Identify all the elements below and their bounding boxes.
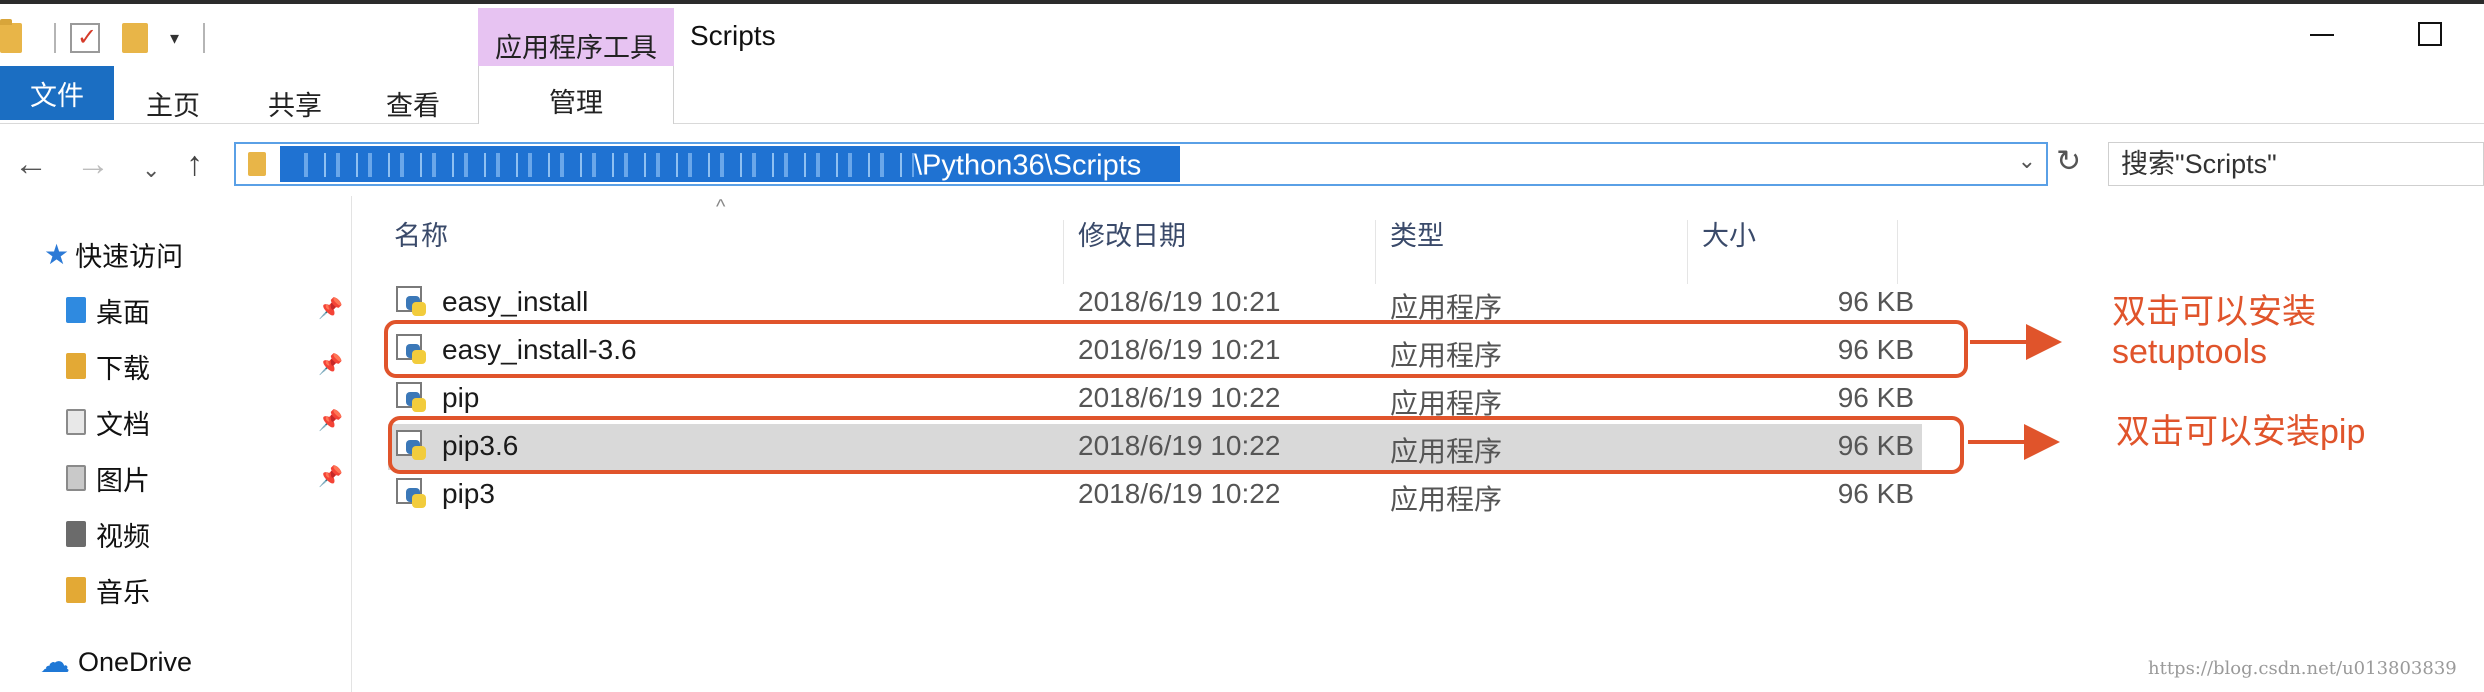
tab-manage[interactable]: 管理 [478, 66, 674, 124]
nav-item-label: 文档 [96, 409, 150, 440]
column-header-size[interactable]: 大小 [1688, 216, 1898, 284]
document-icon [66, 409, 86, 435]
contextual-tab-group-label: 应用程序工具 [495, 33, 657, 63]
file-name: pip3 [442, 478, 495, 509]
quick-access-toolbar: ▾ [0, 18, 219, 58]
file-type: 应用程序 [1390, 484, 1503, 515]
maximize-icon[interactable] [2418, 22, 2442, 46]
annotation-arrow-icon [1970, 324, 2062, 360]
toolbar-separator [203, 23, 206, 53]
customize-toolbar-chevron-icon[interactable]: ▾ [170, 28, 179, 49]
desktop-icon [66, 297, 86, 323]
title-bar: ▾ 应用程序工具 Scripts [0, 4, 2484, 70]
redacted-path [294, 153, 914, 178]
window-title: Scripts [690, 20, 776, 51]
properties-icon[interactable] [70, 23, 100, 53]
pin-icon[interactable]: 📌 [318, 464, 343, 489]
folder-icon [248, 152, 266, 176]
file-name: pip [442, 382, 480, 413]
cloud-icon: ☁ [40, 645, 70, 679]
toolbar-separator [54, 23, 56, 53]
folder-icon [0, 19, 22, 53]
star-icon: ★ [44, 238, 70, 270]
pin-icon[interactable]: 📌 [318, 296, 343, 321]
annotation-box-easy-install [384, 320, 1968, 378]
nav-item-label: 图片 [96, 465, 150, 496]
file-size: 96 KB [1837, 478, 1914, 509]
annotation-text-setuptools: 双击可以安装 setuptools [2112, 292, 2316, 372]
nav-item-label: 音乐 [96, 577, 150, 608]
pin-icon[interactable]: 📌 [318, 408, 343, 433]
nav-item-downloads[interactable]: 下载 [66, 346, 150, 386]
refresh-icon[interactable]: ↻ [2056, 144, 2081, 179]
file-size: 96 KB [1837, 382, 1914, 413]
nav-item-label: 桌面 [96, 297, 150, 328]
tab-home[interactable]: 主页 [126, 76, 220, 130]
file-name: easy_install [442, 286, 589, 317]
python-exe-icon [396, 286, 428, 318]
contextual-tab-group: 应用程序工具 [478, 8, 674, 70]
back-arrow-icon[interactable]: ← [14, 144, 48, 184]
picture-icon [66, 465, 86, 491]
tab-share[interactable]: 共享 [248, 76, 342, 130]
address-path-selected[interactable]: \Python36\Scripts [280, 146, 1180, 182]
search-box[interactable] [2108, 142, 2484, 186]
nav-onedrive[interactable]: ☁ OneDrive [40, 642, 192, 682]
python-exe-icon [396, 382, 428, 414]
address-bar[interactable]: \Python36\Scripts ⌄ [234, 142, 2048, 186]
tab-view[interactable]: 查看 [366, 76, 460, 130]
forward-arrow-icon[interactable]: → [76, 144, 110, 184]
nav-item-music[interactable]: 音乐 [66, 570, 150, 610]
address-row: ← → ⌄ ↑ \Python36\Scripts ⌄ ↻ [0, 136, 2484, 196]
nav-item-label: 视频 [96, 521, 150, 552]
python-exe-icon [396, 478, 428, 510]
recent-locations-chevron-icon[interactable]: ⌄ [142, 150, 160, 190]
new-folder-icon[interactable] [122, 23, 148, 53]
navigation-pane: ★ 快速访问 桌面 📌 下载 📌 文档 📌 图片 📌 视频 音乐 ☁ OneDr… [0, 196, 352, 692]
file-date: 2018/6/19 10:21 [1078, 286, 1281, 317]
file-date: 2018/6/19 10:22 [1078, 382, 1281, 413]
annotation-line: 双击可以安装 [2112, 293, 2316, 331]
download-icon [66, 353, 86, 379]
ribbon-tabs: 文件 主页 共享 查看 管理 [0, 66, 2484, 124]
address-path-tail: \Python36\Scripts [914, 149, 1142, 182]
nav-onedrive-label: OneDrive [78, 646, 193, 677]
nav-item-label: 下载 [96, 353, 150, 384]
nav-item-documents[interactable]: 文档 [66, 402, 150, 442]
nav-item-pictures[interactable]: 图片 [66, 458, 150, 498]
file-row[interactable]: pip3 2018/6/19 10:22 应用程序 96 KB [388, 472, 1922, 518]
annotation-line: setuptools [2112, 333, 2267, 371]
tab-file[interactable]: 文件 [0, 66, 114, 120]
file-size: 96 KB [1837, 286, 1914, 317]
address-history-chevron-icon[interactable]: ⌄ [2018, 148, 2036, 174]
column-header-date[interactable]: 修改日期 [1064, 216, 1376, 284]
pin-icon[interactable]: 📌 [318, 352, 343, 377]
annotation-text-pip: 双击可以安装pip [2116, 413, 2366, 451]
video-icon [66, 521, 86, 547]
up-arrow-icon[interactable]: ↑ [186, 144, 203, 184]
minimize-icon[interactable] [2310, 34, 2334, 36]
nav-quick-access-label: 快速访问 [75, 241, 184, 272]
search-input[interactable] [2109, 143, 2483, 185]
nav-quick-access[interactable]: ★ 快速访问 [44, 234, 183, 274]
annotation-box-pip [388, 416, 1964, 474]
column-header-type[interactable]: 类型 [1376, 216, 1688, 284]
file-date: 2018/6/19 10:22 [1078, 478, 1281, 509]
watermark: https://blog.csdn.net/u013803839 [2148, 658, 2457, 679]
column-header-name[interactable]: 名称 [352, 216, 1064, 284]
annotation-arrow-icon [1968, 424, 2060, 460]
nav-item-desktop[interactable]: 桌面 [66, 290, 150, 330]
music-icon [66, 577, 86, 603]
nav-item-videos[interactable]: 视频 [66, 514, 150, 554]
